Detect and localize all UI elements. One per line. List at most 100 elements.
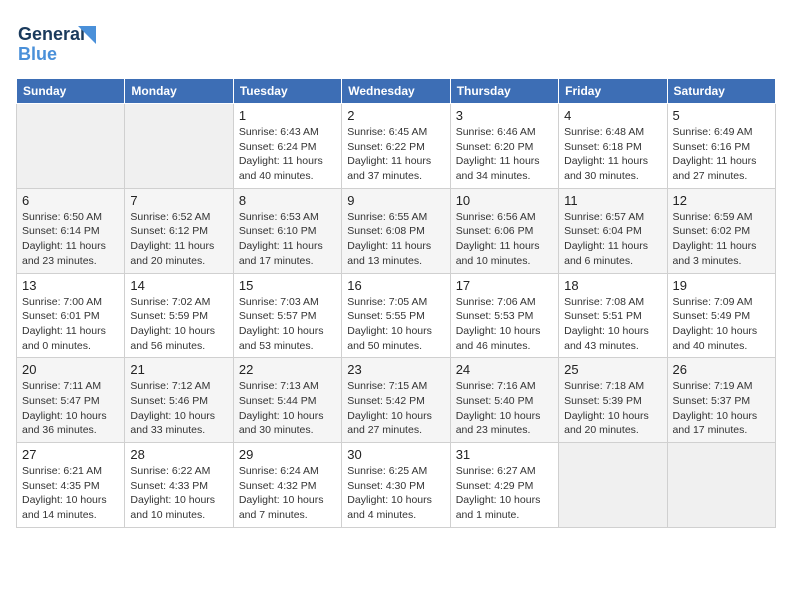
- calendar-cell: 22Sunrise: 7:13 AMSunset: 5:44 PMDayligh…: [233, 358, 341, 443]
- calendar-cell: 28 Sunrise: 6:22 AM Sunset: 4:33 PM Dayligh…: [125, 443, 233, 528]
- calendar-week-row: 6Sunrise: 6:50 AMSunset: 6:14 PMDaylight…: [17, 188, 776, 273]
- sunrise-text: Sunrise: 6:49 AM: [673, 126, 753, 138]
- daylight-minutes-text: and 40 minutes.: [673, 340, 748, 352]
- day-info: Sunrise: 7:05 AMSunset: 5:55 PMDaylight:…: [347, 295, 444, 354]
- daylight-minutes-text: and 14 minutes.: [22, 509, 97, 521]
- day-number: 6: [22, 193, 119, 208]
- day-number: 21: [130, 362, 227, 377]
- sunrise-text: Sunrise: 6:53 AM: [239, 211, 319, 223]
- calendar-cell: 25Sunrise: 7:18 AMSunset: 5:39 PMDayligh…: [559, 358, 667, 443]
- sunset-text: Sunset: 5:51 PM: [564, 310, 642, 322]
- sunrise-text: Sunrise: 7:18 AM: [564, 380, 644, 392]
- calendar-week-row: 13Sunrise: 7:00 AMSunset: 6:01 PMDayligh…: [17, 273, 776, 358]
- daylight-minutes-text: and 37 minutes.: [347, 170, 422, 182]
- sunset-text: Sunset: 6:06 PM: [456, 225, 534, 237]
- daylight-minutes-text: and 0 minutes.: [22, 340, 91, 352]
- calendar-table: SundayMondayTuesdayWednesdayThursdayFrid…: [16, 78, 776, 528]
- daylight-text: Daylight: 11 hours: [239, 155, 323, 167]
- sunrise-text: Sunrise: 6:55 AM: [347, 211, 427, 223]
- sunrise-text: Sunrise: 7:06 AM: [456, 296, 536, 308]
- calendar-week-row: 20Sunrise: 7:11 AMSunset: 5:47 PMDayligh…: [17, 358, 776, 443]
- daylight-minutes-text: and 20 minutes.: [130, 255, 205, 267]
- sunset-text: Sunset: 4:33 PM: [130, 480, 208, 492]
- daylight-text: Daylight: 11 hours: [564, 155, 648, 167]
- daylight-minutes-text: and 27 minutes.: [347, 424, 422, 436]
- calendar-cell: 26Sunrise: 7:19 AMSunset: 5:37 PMDayligh…: [667, 358, 775, 443]
- daylight-text: Daylight: 10 hours: [130, 494, 215, 506]
- day-info: Sunrise: 7:03 AMSunset: 5:57 PMDaylight:…: [239, 295, 336, 354]
- sunrise-text: Sunrise: 7:16 AM: [456, 380, 536, 392]
- weekday-header-friday: Friday: [559, 79, 667, 104]
- day-info: Sunrise: 6:43 AMSunset: 6:24 PMDaylight:…: [239, 125, 336, 184]
- daylight-text: Daylight: 11 hours: [22, 240, 106, 252]
- calendar-cell: 4Sunrise: 6:48 AMSunset: 6:18 PMDaylight…: [559, 104, 667, 189]
- day-info: Sunrise: 6:53 AMSunset: 6:10 PMDaylight:…: [239, 210, 336, 269]
- sunrise-text: Sunrise: 6:52 AM: [130, 211, 210, 223]
- daylight-text: Daylight: 10 hours: [239, 325, 324, 337]
- sunrise-text: Sunrise: 6:22 AM: [130, 465, 210, 477]
- day-info: Sunrise: 6:46 AMSunset: 6:20 PMDaylight:…: [456, 125, 553, 184]
- daylight-text: Daylight: 10 hours: [239, 494, 324, 506]
- daylight-text: Daylight: 11 hours: [347, 155, 431, 167]
- day-number: 25: [564, 362, 661, 377]
- sunrise-text: Sunrise: 7:09 AM: [673, 296, 753, 308]
- weekday-header-saturday: Saturday: [667, 79, 775, 104]
- sunset-text: Sunset: 6:01 PM: [22, 310, 100, 322]
- sunset-text: Sunset: 5:46 PM: [130, 395, 208, 407]
- sunrise-text: Sunrise: 7:19 AM: [673, 380, 753, 392]
- day-number: 24: [456, 362, 553, 377]
- calendar-cell: 17Sunrise: 7:06 AMSunset: 5:53 PMDayligh…: [450, 273, 558, 358]
- sunset-text: Sunset: 6:22 PM: [347, 141, 425, 153]
- daylight-minutes-text: and 43 minutes.: [564, 340, 639, 352]
- day-number: 9: [347, 193, 444, 208]
- sunrise-text: Sunrise: 7:05 AM: [347, 296, 427, 308]
- calendar-header-row: SundayMondayTuesdayWednesdayThursdayFrid…: [17, 79, 776, 104]
- calendar-cell: 5Sunrise: 6:49 AMSunset: 6:16 PMDaylight…: [667, 104, 775, 189]
- day-number: 1: [239, 108, 336, 123]
- sunrise-text: Sunrise: 6:27 AM: [456, 465, 536, 477]
- day-number: 31: [456, 447, 553, 462]
- day-info: Sunrise: 7:08 AMSunset: 5:51 PMDaylight:…: [564, 295, 661, 354]
- sunset-text: Sunset: 4:29 PM: [456, 480, 534, 492]
- day-info: Sunrise: 6:56 AMSunset: 6:06 PMDaylight:…: [456, 210, 553, 269]
- calendar-cell: 16Sunrise: 7:05 AMSunset: 5:55 PMDayligh…: [342, 273, 450, 358]
- day-number: 17: [456, 278, 553, 293]
- daylight-minutes-text: and 1 minute.: [456, 509, 520, 521]
- sunrise-text: Sunrise: 7:13 AM: [239, 380, 319, 392]
- day-number: 30: [347, 447, 444, 462]
- day-info: Sunrise: 6:55 AMSunset: 6:08 PMDaylight:…: [347, 210, 444, 269]
- sunset-text: Sunset: 5:39 PM: [564, 395, 642, 407]
- daylight-minutes-text: and 36 minutes.: [22, 424, 97, 436]
- page-header: General Blue: [16, 16, 776, 68]
- weekday-header-tuesday: Tuesday: [233, 79, 341, 104]
- calendar-cell: 20Sunrise: 7:11 AMSunset: 5:47 PMDayligh…: [17, 358, 125, 443]
- daylight-text: Daylight: 11 hours: [22, 325, 106, 337]
- calendar-cell: 3Sunrise: 6:46 AMSunset: 6:20 PMDaylight…: [450, 104, 558, 189]
- calendar-cell: [17, 104, 125, 189]
- daylight-minutes-text: and 4 minutes.: [347, 509, 416, 521]
- daylight-text: Daylight: 11 hours: [673, 155, 757, 167]
- sunset-text: Sunset: 4:30 PM: [347, 480, 425, 492]
- daylight-minutes-text: and 40 minutes.: [239, 170, 314, 182]
- calendar-cell: 21Sunrise: 7:12 AMSunset: 5:46 PMDayligh…: [125, 358, 233, 443]
- day-info: Sunrise: 6:21 AMSunset: 4:35 PMDaylight:…: [22, 464, 119, 523]
- calendar-cell: 7Sunrise: 6:52 AMSunset: 6:12 PMDaylight…: [125, 188, 233, 273]
- day-info: Sunrise: 6:57 AMSunset: 6:04 PMDaylight:…: [564, 210, 661, 269]
- weekday-header-sunday: Sunday: [17, 79, 125, 104]
- daylight-text: Daylight: 10 hours: [130, 325, 215, 337]
- daylight-text: Daylight: 11 hours: [239, 240, 323, 252]
- daylight-text: Daylight: 10 hours: [456, 494, 541, 506]
- daylight-minutes-text: and 23 minutes.: [22, 255, 97, 267]
- day-number: 8: [239, 193, 336, 208]
- calendar-cell: 18Sunrise: 7:08 AMSunset: 5:51 PMDayligh…: [559, 273, 667, 358]
- logo: General Blue: [16, 16, 106, 68]
- sunrise-text: Sunrise: 6:24 AM: [239, 465, 319, 477]
- sunset-text: Sunset: 5:57 PM: [239, 310, 317, 322]
- day-number: 28: [130, 447, 227, 462]
- day-info: Sunrise: 6:49 AMSunset: 6:16 PMDaylight:…: [673, 125, 770, 184]
- day-number: 20: [22, 362, 119, 377]
- sunset-text: Sunset: 5:55 PM: [347, 310, 425, 322]
- sunrise-text: Sunrise: 7:12 AM: [130, 380, 210, 392]
- calendar-cell: 2Sunrise: 6:45 AMSunset: 6:22 PMDaylight…: [342, 104, 450, 189]
- sunset-text: Sunset: 6:08 PM: [347, 225, 425, 237]
